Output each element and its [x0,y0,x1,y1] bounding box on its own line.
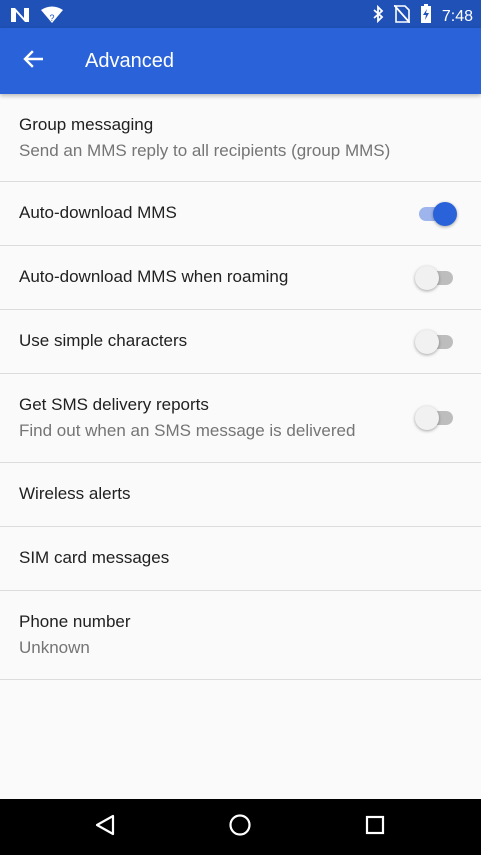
setting-summary: Find out when an SMS message is delivere… [19,421,356,440]
back-triangle-icon [94,814,116,841]
setting-title: Use simple characters [19,331,188,350]
home-circle-icon [228,813,252,842]
navigation-bar [0,799,481,855]
setting-auto-download-mms[interactable]: Auto-download MMS [0,182,481,246]
auto-download-roaming-switch[interactable] [415,266,459,290]
settings-list: Group messaging Send an MMS reply to all… [0,94,481,680]
page-title: Advanced [85,50,174,72]
setting-title: Auto-download MMS when roaming [19,267,289,286]
status-clock: 7:48 [441,7,473,25]
bluetooth-icon [372,4,384,28]
setting-simple-characters[interactable]: Use simple characters [0,310,481,374]
simple-characters-switch[interactable] [415,330,459,354]
back-button[interactable] [14,42,52,80]
setting-title: Wireless alerts [19,484,131,503]
setting-title: Group messaging [19,115,154,134]
setting-title: SIM card messages [19,548,170,567]
status-bar-left: ? [10,6,64,29]
notification-n-icon [10,7,30,28]
status-bar: ? 7:48 [0,0,481,28]
delivery-reports-switch[interactable] [415,406,459,430]
setting-title: Auto-download MMS [19,203,177,222]
setting-group-messaging[interactable]: Group messaging Send an MMS reply to all… [0,94,481,182]
setting-title: Phone number [19,612,131,631]
app-bar: Advanced [0,28,481,94]
wifi-question-icon: ? [40,6,64,29]
nav-home-button[interactable] [226,813,254,841]
setting-title: Get SMS delivery reports [19,395,209,414]
recents-square-icon [364,814,386,841]
auto-download-mms-switch[interactable] [415,202,459,226]
switch-thumb [415,266,439,290]
setting-sim-messages[interactable]: SIM card messages [0,527,481,591]
battery-icon [420,4,432,29]
switch-thumb [415,406,439,430]
switch-thumb [433,202,457,226]
setting-summary: Send an MMS reply to all recipients (gro… [19,141,391,160]
nav-back-button[interactable] [91,813,119,841]
nav-recents-button[interactable] [361,813,389,841]
switch-thumb [415,330,439,354]
setting-wireless-alerts[interactable]: Wireless alerts [0,463,481,527]
status-bar-right: 7:48 [372,4,473,29]
arrow-back-icon [23,49,44,74]
setting-auto-download-roaming[interactable]: Auto-download MMS when roaming [0,246,481,310]
setting-phone-number[interactable]: Phone number Unknown [0,591,481,680]
setting-summary: Unknown [19,638,90,657]
setting-delivery-reports[interactable]: Get SMS delivery reports Find out when a… [0,374,481,463]
no-sim-icon [393,4,411,28]
svg-text:?: ? [49,13,54,23]
